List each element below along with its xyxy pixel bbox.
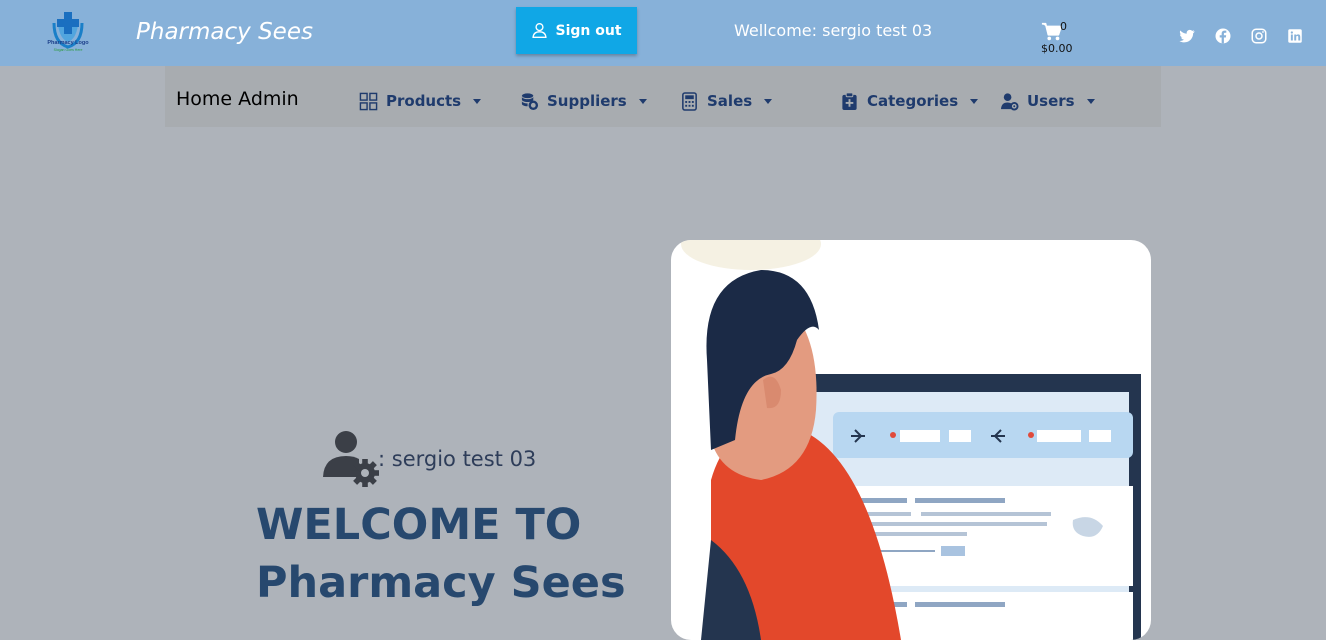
- nav-users[interactable]: Users: [1000, 88, 1095, 114]
- logo-subcaption: Slogan Goes Here: [53, 48, 83, 52]
- nav-suppliers[interactable]: Suppliers: [520, 88, 647, 114]
- facebook-icon: [1215, 28, 1231, 44]
- twitter-icon: [1179, 29, 1195, 43]
- instagram-link[interactable]: [1250, 27, 1270, 47]
- logo-caption: Pharmacy Logo: [47, 40, 89, 46]
- sign-out-button[interactable]: Sign out: [516, 7, 637, 54]
- hero-title-line1: WELCOME TO: [256, 500, 582, 550]
- nav-products-label: Products: [386, 92, 462, 110]
- hero-title: WELCOME TO Pharmacy Sees: [256, 496, 656, 612]
- linkedin-link[interactable]: [1286, 27, 1306, 47]
- brand-name[interactable]: Pharmacy Sees: [136, 19, 313, 45]
- nav-sales-label: Sales: [707, 92, 753, 110]
- cart-total: $0.00: [1041, 42, 1073, 55]
- cart-widget[interactable]: 0 $0.00: [1036, 19, 1076, 59]
- nav-products[interactable]: Products: [359, 88, 482, 114]
- user-gear-icon: [320, 429, 382, 487]
- chevron-down-icon: [970, 98, 979, 104]
- traveler-booking-illustration: [681, 240, 1141, 640]
- nav-users-label: Users: [1027, 92, 1075, 110]
- linkedin-icon: [1288, 29, 1302, 43]
- chevron-down-icon: [473, 98, 482, 104]
- welcome-user-text: Wellcome: sergio test 03: [734, 21, 933, 40]
- chevron-down-icon: [764, 98, 773, 104]
- admin-user-label: : sergio test 03: [378, 447, 537, 471]
- chevron-down-icon: [1086, 98, 1095, 104]
- nav-home-admin[interactable]: Home Admin: [176, 88, 299, 110]
- twitter-link[interactable]: [1178, 27, 1198, 47]
- nav-categories-label: Categories: [867, 92, 959, 110]
- facebook-link[interactable]: [1214, 27, 1234, 47]
- user-icon: [532, 23, 548, 38]
- coins-icon: [521, 92, 539, 110]
- instagram-icon: [1251, 28, 1267, 44]
- calculator-icon: [682, 91, 697, 111]
- cart-count: 0: [1060, 20, 1067, 33]
- nav-sales[interactable]: Sales: [680, 88, 773, 114]
- chevron-down-icon: [638, 98, 647, 104]
- clipboard-plus-icon: [842, 91, 857, 110]
- nav-categories[interactable]: Categories: [840, 88, 979, 114]
- hero-title-line2: Pharmacy Sees: [256, 558, 626, 608]
- nav-suppliers-label: Suppliers: [547, 92, 627, 110]
- grid-icon: [359, 92, 378, 110]
- hero-illustration: [671, 240, 1151, 640]
- sign-out-label: Sign out: [555, 22, 622, 39]
- user-gear-icon: [1000, 92, 1019, 111]
